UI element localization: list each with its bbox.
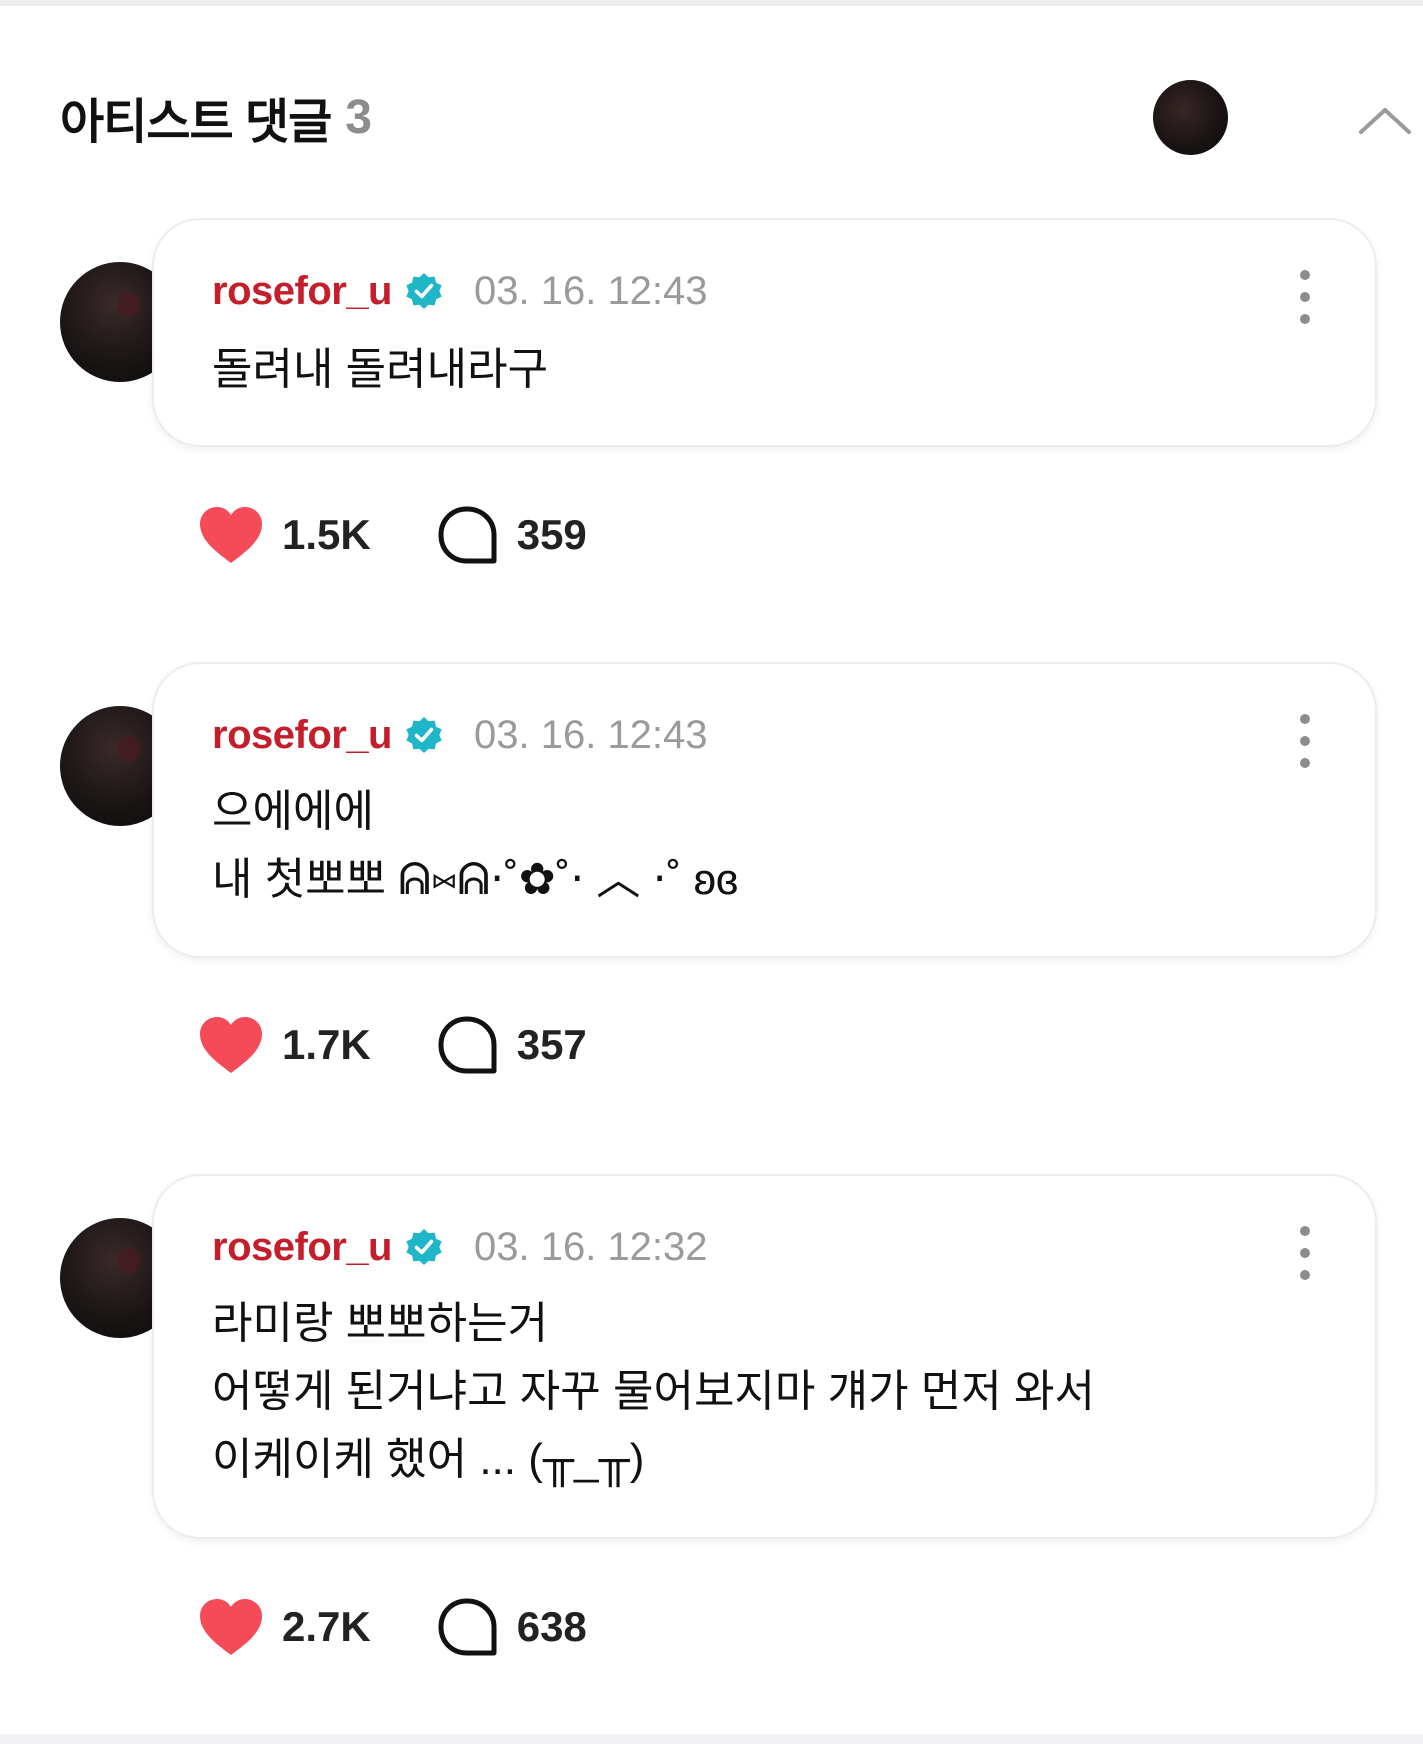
speech-bubble-icon	[438, 1598, 497, 1656]
reply-count: 638	[516, 1603, 587, 1650]
timestamp: 03. 16. 12:43	[474, 268, 708, 313]
like-count: 2.7K	[282, 1603, 371, 1650]
like-button[interactable]: 1.7K	[198, 1015, 371, 1075]
speech-bubble-icon	[438, 1016, 497, 1074]
comment-actions: 2.7K 638	[198, 1592, 587, 1662]
reply-button[interactable]: 638	[437, 1597, 587, 1657]
verified-badge-icon	[406, 273, 442, 309]
comment-text: 으에에에 내 첫뽀뽀 ᕱ⑅︎ᕱ‧˚✿˚‧ ︿ ‧˚ ʚɞ	[212, 787, 739, 904]
comment-bubble: rosefor_u 03. 16. 12:32 라미랑 뽀뽀하는거 어떻게 된거…	[152, 1174, 1377, 1539]
artist-comments-header: 아티스트 댓글 3	[60, 80, 1411, 155]
comment-actions: 1.5K 359	[198, 500, 587, 570]
like-button[interactable]: 2.7K	[198, 1597, 371, 1657]
timestamp: 03. 16. 12:32	[474, 1224, 708, 1269]
username[interactable]: rosefor_u	[212, 1225, 393, 1270]
like-count: 1.5K	[282, 511, 371, 558]
verified-badge-icon	[406, 1229, 442, 1265]
heart-icon	[200, 1017, 262, 1073]
heart-icon	[200, 1599, 262, 1655]
reply-count: 359	[516, 511, 587, 558]
comment-bubble: rosefor_u 03. 16. 12:43 돌려내 돌려내라구	[152, 218, 1377, 447]
like-count: 1.7K	[282, 1021, 371, 1068]
username[interactable]: rosefor_u	[212, 713, 393, 758]
reply-button[interactable]: 357	[437, 1015, 587, 1075]
comment-count: 3	[345, 90, 372, 144]
comment-text: 돌려내 돌려내라구	[212, 345, 549, 394]
comment-text: 라미랑 뽀뽀하는거 어떻게 된거냐고 자꾸 물어보지마 걔가 먼저 와서 이케이…	[212, 1299, 1095, 1484]
artist-avatar[interactable]	[1153, 80, 1228, 155]
more-options-button[interactable]	[1290, 270, 1320, 324]
speech-bubble-icon	[438, 506, 497, 564]
bottom-divider	[0, 1734, 1423, 1744]
comment-bubble: rosefor_u 03. 16. 12:43 으에에에 내 첫뽀뽀 ᕱ⑅︎ᕱ‧…	[152, 662, 1377, 958]
section-title: 아티스트 댓글	[60, 96, 332, 149]
reply-button[interactable]: 359	[437, 505, 587, 565]
heart-icon	[200, 507, 262, 563]
reply-count: 357	[516, 1021, 587, 1068]
more-options-button[interactable]	[1290, 714, 1320, 768]
comment-actions: 1.7K 357	[198, 1010, 587, 1080]
verified-badge-icon	[406, 717, 442, 753]
collapse-button[interactable]	[1350, 90, 1420, 150]
top-divider	[0, 0, 1423, 6]
timestamp: 03. 16. 12:43	[474, 712, 708, 757]
more-options-button[interactable]	[1290, 1226, 1320, 1280]
username[interactable]: rosefor_u	[212, 269, 393, 314]
chevron-up-icon	[1359, 108, 1411, 134]
like-button[interactable]: 1.5K	[198, 505, 371, 565]
